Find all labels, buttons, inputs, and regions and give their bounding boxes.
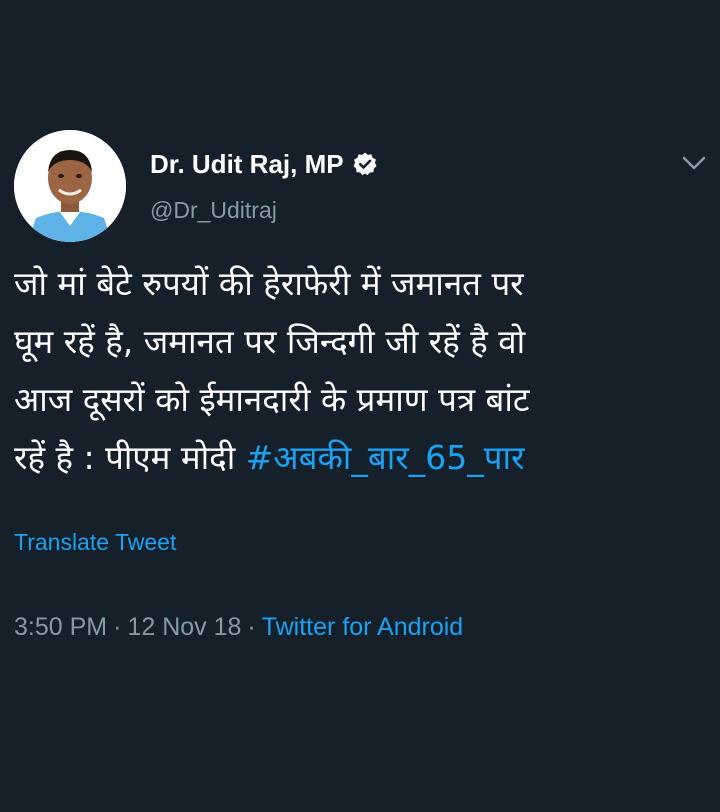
hashtag-link[interactable]: #अबकी_बार_65_पार	[246, 438, 525, 477]
tweet-text-line: आज दूसरों को ईमानदारी के प्रमाण पत्र बां…	[14, 380, 530, 419]
tweet-date[interactable]: 12 Nov 18	[127, 613, 241, 641]
avatar[interactable]	[14, 130, 126, 242]
tweet-text-fragment: रहें है : पीएम मोदी	[14, 438, 246, 477]
meta-separator: ·	[113, 613, 122, 641]
tweet-card: Dr. Udit Raj, MP @Dr_Uditraj जो मां बेटे…	[0, 0, 720, 812]
avatar-image	[14, 130, 126, 242]
translate-tweet-link[interactable]: Translate Tweet	[14, 529, 176, 556]
verified-badge-icon	[352, 151, 378, 177]
tweet-meta: 3:50 PM · 12 Nov 18 · Twitter for Android	[14, 613, 463, 642]
tweet-source-link[interactable]: Twitter for Android	[262, 613, 463, 641]
author-display-name[interactable]: Dr. Udit Raj, MP	[150, 149, 344, 180]
tweet-time[interactable]: 3:50 PM	[14, 613, 107, 641]
tweet-text: जो मां बेटे रुपयों की हेराफेरी में जमानत…	[14, 255, 704, 487]
meta-separator: ·	[247, 613, 256, 641]
chevron-down-icon[interactable]	[680, 152, 708, 174]
tweet-text-line: घूम रहें है, जमानत पर जिन्दगी जी रहें है…	[14, 322, 526, 361]
author-handle[interactable]: @Dr_Uditraj	[150, 197, 277, 224]
author-name-row: Dr. Udit Raj, MP	[150, 147, 378, 181]
tweet-text-line-last: रहें है : पीएम मोदी #अबकी_बार_65_पार	[14, 429, 704, 487]
tweet-text-line: जो मां बेटे रुपयों की हेराफेरी में जमानत…	[14, 264, 524, 303]
